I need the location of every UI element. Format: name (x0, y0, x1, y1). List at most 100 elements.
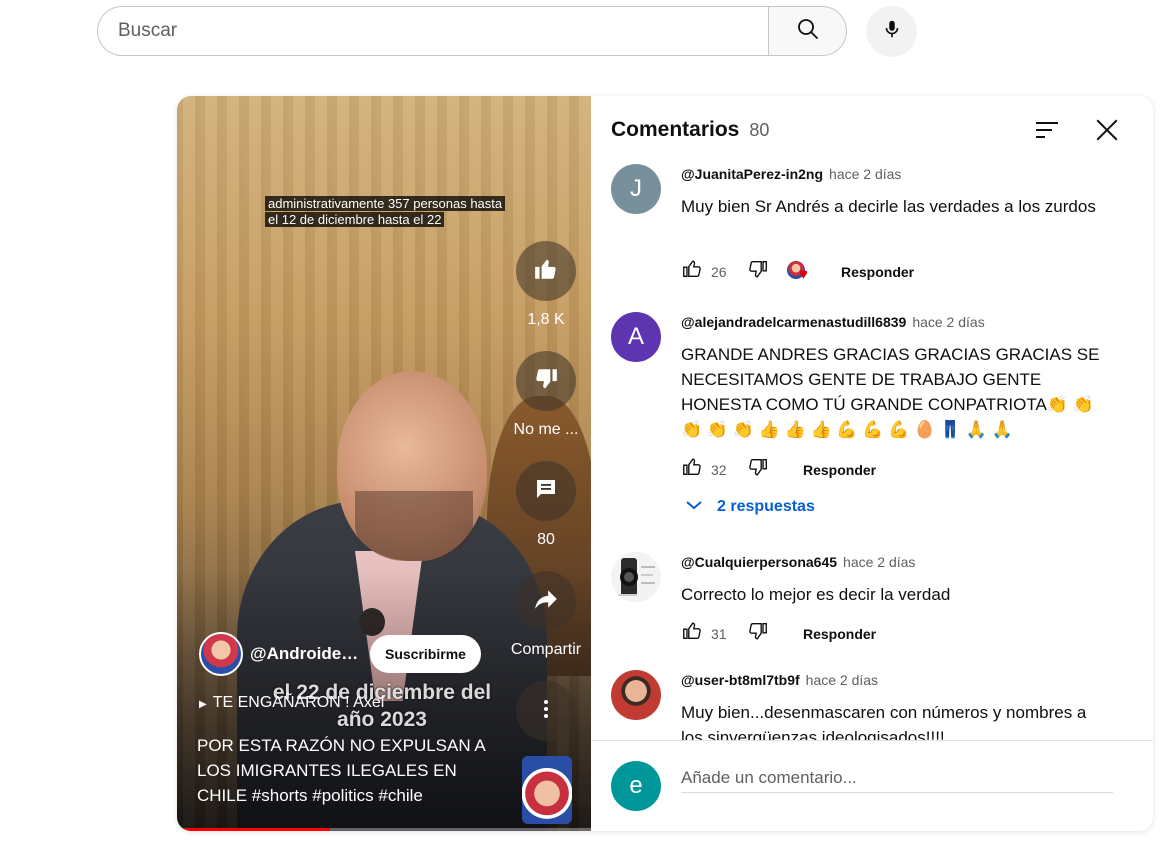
show-replies-button[interactable]: 2 respuestas (685, 498, 815, 516)
dislike-label: No me ... (513, 421, 579, 438)
comment-actions: 31 Responder (681, 620, 876, 647)
comment-actions: 32 Responder (681, 456, 876, 483)
add-comment-input[interactable] (681, 763, 1113, 793)
voice-search-button[interactable] (866, 6, 917, 57)
thumbs-up-icon (533, 256, 559, 287)
video-caption: administrativamente 357 personas hasta e… (265, 196, 506, 228)
like-action: 1,8 K (516, 241, 576, 329)
share-button[interactable] (516, 571, 576, 631)
comment-header: @user-bt8ml7tb9f hace 2 días (681, 672, 878, 688)
close-panel-button[interactable] (1093, 118, 1121, 146)
comment-text: Correcto lo mejor es decir la verdad (681, 585, 951, 604)
comment-text: Muy bien Sr Andrés a decirle las verdade… (681, 197, 1096, 216)
video-player[interactable]: administrativamente 357 personas hasta e… (177, 96, 591, 831)
dislike-comment-button[interactable] (747, 456, 769, 483)
comment-author[interactable]: @alejandradelcarmenastudill6839 (681, 314, 906, 330)
dislike-comment-button[interactable] (747, 258, 769, 285)
comment-time[interactable]: hace 2 días (829, 166, 901, 182)
comment-like-count: 32 (711, 461, 727, 478)
share-action: Compartir (511, 571, 581, 659)
dislike-comment-button[interactable] (747, 620, 769, 647)
comments-title: Comentarios (611, 118, 740, 141)
comments-list: J @JuanitaPerez-in2ng hace 2 días Muy bie… (611, 162, 1133, 740)
comment-avatar[interactable]: A (611, 312, 661, 362)
related-link[interactable]: ▶ TE ENGAÑARON ! Axel (199, 694, 384, 712)
current-user-avatar[interactable]: e (611, 761, 661, 811)
caption-line-1: administrativamente 357 personas hasta (265, 196, 506, 211)
channel-row: @AndroideOcta Suscribirme (199, 632, 481, 676)
like-comment-button[interactable] (681, 456, 703, 483)
speaker-beard (355, 491, 473, 561)
thumbs-down-icon (749, 260, 767, 278)
link-arrow-icon: ▶ (199, 699, 207, 710)
comments-panel: Comentarios 80 J @JuanitaPerez-in2ng hace… (591, 96, 1153, 831)
comment-time[interactable]: hace 2 días (912, 314, 984, 330)
comments-count: 80 (537, 531, 555, 548)
thumbs-down-icon (533, 366, 559, 397)
creator-heart-badge: ♥ (787, 260, 813, 283)
chevron-down-icon (685, 498, 703, 516)
channel-avatar[interactable] (199, 632, 243, 676)
related-link-text: TE ENGAÑARON ! Axel (212, 694, 385, 711)
comment-author[interactable]: @JuanitaPerez-in2ng (681, 166, 823, 182)
microphone-icon (881, 18, 903, 45)
like-comment-button[interactable] (681, 258, 703, 285)
search-icon (796, 17, 820, 46)
thumbs-up-icon (683, 622, 701, 640)
heart-icon: ♥ (799, 265, 808, 283)
more-vertical-icon (534, 697, 558, 726)
comment-item: @Cualquierpersona645 hace 2 días Correcto… (611, 552, 1133, 662)
share-icon (533, 586, 559, 617)
video-title[interactable]: POR ESTA RAZÓN NO EXPULSAN A LOS IMIGRAN… (197, 733, 497, 808)
shorts-player-card: administrativamente 357 personas hasta e… (177, 96, 1153, 831)
comment-item: J @JuanitaPerez-in2ng hace 2 días Muy bie… (611, 164, 1133, 304)
close-icon (1094, 117, 1120, 148)
channel-name[interactable]: @AndroideOcta (250, 644, 362, 664)
comment-icon (534, 477, 558, 506)
more-action (516, 681, 576, 741)
comment-avatar[interactable] (611, 670, 661, 720)
watch-avatar-image (611, 552, 661, 602)
sound-thumbnail[interactable] (522, 756, 572, 824)
thumbs-down-icon (749, 622, 767, 640)
comment-actions: 26 ♥ Responder (681, 258, 914, 285)
comments-header: Comentarios 80 (611, 118, 769, 142)
comment-time[interactable]: hace 2 días (806, 672, 878, 688)
replies-count-label: 2 respuestas (717, 498, 815, 515)
comment-header: @Cualquierpersona645 hace 2 días (681, 554, 915, 570)
like-count: 1,8 K (527, 311, 565, 328)
comment-text: GRANDE ANDRES GRACIAS GRACIAS GRACIAS SE… (681, 345, 1100, 439)
comment-item: A @alejandradelcarmenastudill6839 hace 2 … (611, 312, 1133, 552)
comment-item: @user-bt8ml7tb9f hace 2 días Muy bien...d… (611, 670, 1133, 740)
like-comment-button[interactable] (681, 620, 703, 647)
sort-button[interactable] (1033, 118, 1061, 146)
reply-button[interactable]: Responder (803, 626, 876, 642)
add-comment-bar: e (591, 740, 1153, 831)
dislike-button[interactable] (516, 351, 576, 411)
caption-line-2: el 12 de diciembre hasta el 22 (265, 212, 445, 227)
like-button[interactable] (516, 241, 576, 301)
more-options-button[interactable] (516, 681, 576, 741)
sort-icon (1034, 119, 1060, 146)
comment-like-count: 31 (711, 625, 727, 642)
subscribe-button[interactable]: Suscribirme (370, 635, 481, 673)
comment-text: Muy bien...desenmascaren con números y n… (681, 703, 1087, 740)
thumbs-up-icon (683, 458, 701, 476)
comments-header-count: 80 (749, 120, 770, 140)
comment-time[interactable]: hace 2 días (843, 554, 915, 570)
comments-action: 80 (516, 461, 576, 549)
comment-header: @alejandradelcarmenastudill6839 hace 2 dí… (681, 314, 985, 330)
search-button[interactable] (768, 6, 847, 56)
thumbs-up-icon (683, 260, 701, 278)
comment-author[interactable]: @Cualquierpersona645 (681, 554, 837, 570)
search-input[interactable] (97, 6, 768, 56)
dislike-action: No me ... (513, 351, 579, 439)
comment-avatar[interactable]: J (611, 164, 661, 214)
comment-avatar[interactable] (611, 552, 661, 602)
comments-button[interactable] (516, 461, 576, 521)
comment-author[interactable]: @user-bt8ml7tb9f (681, 672, 800, 688)
progress-bar[interactable] (177, 828, 591, 831)
reply-button[interactable]: Responder (803, 462, 876, 478)
thumbs-down-icon (749, 458, 767, 476)
reply-button[interactable]: Responder (841, 264, 914, 280)
